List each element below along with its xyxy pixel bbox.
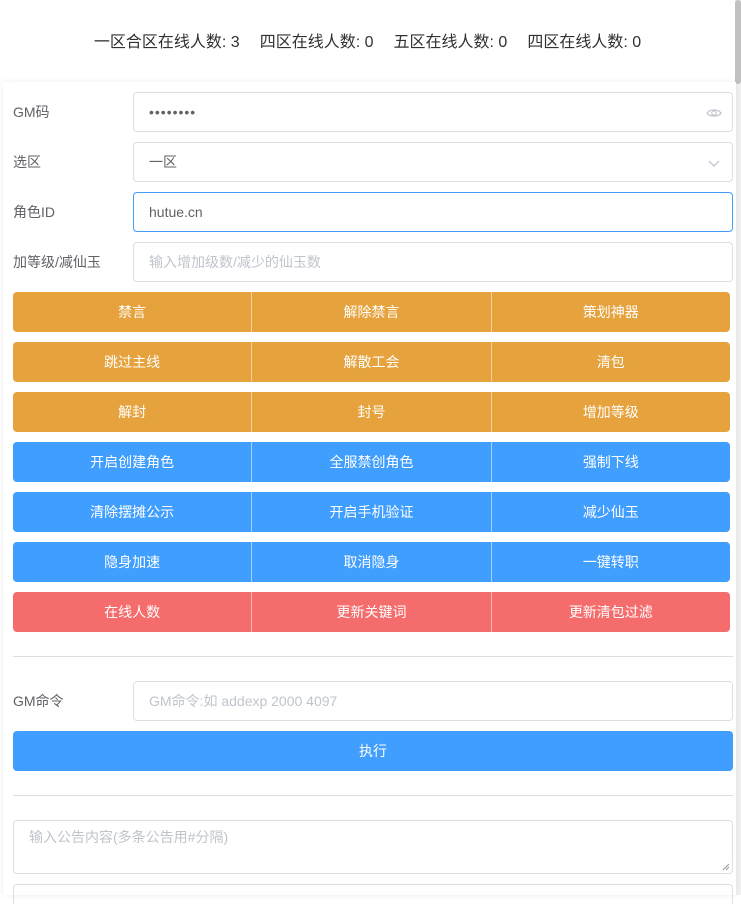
online-stats-bar: 一区合区在线人数: 3 四区在线人数: 0 五区在线人数: 0 四区在线人数: … <box>0 0 735 80</box>
gm-panel: GM码 •••••••• 选区 一区 角色ID hutue.cn 加等级/减仙玉… <box>3 82 736 904</box>
zone5-online-stat: 五区在线人数: 0 <box>393 34 508 51</box>
zone-row: 选区 一区 <box>13 142 733 182</box>
gm-code-value: •••••••• <box>149 104 197 120</box>
announcement-textarea[interactable]: 输入公告内容(多条公告用#分隔) <box>13 820 733 874</box>
one-click-job-change-button[interactable]: 一键转职 <box>492 542 730 582</box>
disband-guild-button[interactable]: 解散工会 <box>252 342 492 382</box>
button-row-3: 解封 封号 增加等级 <box>13 392 730 432</box>
button-row-2: 跳过主线 解散工会 清包 <box>13 342 730 382</box>
gm-code-label: GM码 <box>13 104 50 120</box>
enable-phone-verify-button[interactable]: 开启手机验证 <box>252 492 492 532</box>
button-row-4: 开启创建角色 全服禁创角色 强制下线 <box>13 442 730 482</box>
role-id-row: 角色ID hutue.cn <box>13 192 733 232</box>
button-row-7: 在线人数 更新关键词 更新清包过滤 <box>13 592 730 632</box>
planner-artifact-button[interactable]: 策划神器 <box>492 292 730 332</box>
role-id-input[interactable]: hutue.cn <box>133 192 733 232</box>
zone-select-value: 一区 <box>149 154 177 170</box>
enable-create-role-button[interactable]: 开启创建角色 <box>13 442 253 482</box>
role-id-value: hutue.cn <box>149 204 203 220</box>
update-bag-filter-button[interactable]: 更新清包过滤 <box>492 592 730 632</box>
disable-create-role-button[interactable]: 全服禁创角色 <box>252 442 492 482</box>
unban-button[interactable]: 解封 <box>13 392 253 432</box>
button-row-6: 隐身加速 取消隐身 一键转职 <box>13 542 730 582</box>
level-input[interactable]: 输入增加级数/减少的仙玉数 <box>133 242 733 282</box>
next-input-box[interactable] <box>13 884 733 904</box>
cancel-stealth-button[interactable]: 取消隐身 <box>252 542 492 582</box>
zone4-online-stat: 四区在线人数: 0 <box>259 34 374 51</box>
gm-command-label: GM命令 <box>13 693 64 709</box>
mute-button[interactable]: 禁言 <box>13 292 253 332</box>
gm-code-row: GM码 •••••••• <box>13 92 733 132</box>
ban-account-button[interactable]: 封号 <box>252 392 492 432</box>
zone4b-online-stat: 四区在线人数: 0 <box>527 34 642 51</box>
level-label: 加等级/减仙玉 <box>13 254 101 270</box>
add-level-button[interactable]: 增加等级 <box>492 392 730 432</box>
unmute-button[interactable]: 解除禁言 <box>252 292 492 332</box>
clear-stall-notice-button[interactable]: 清除摆摊公示 <box>13 492 253 532</box>
skip-main-quest-button[interactable]: 跳过主线 <box>13 342 253 382</box>
gm-command-placeholder: GM命令:如 addexp 2000 4097 <box>149 693 338 709</box>
gm-code-input[interactable]: •••••••• <box>133 92 733 132</box>
announcement-placeholder: 输入公告内容(多条公告用#分隔) <box>29 829 229 845</box>
button-row-1: 禁言 解除禁言 策划神器 <box>13 292 730 332</box>
clear-bag-button[interactable]: 清包 <box>492 342 730 382</box>
gm-command-row: GM命令 GM命令:如 addexp 2000 4097 <box>13 681 733 721</box>
stealth-speed-button[interactable]: 隐身加速 <box>13 542 253 582</box>
chevron-down-icon <box>708 160 720 167</box>
execute-button[interactable]: 执行 <box>13 731 733 771</box>
update-keywords-button[interactable]: 更新关键词 <box>252 592 492 632</box>
level-row: 加等级/减仙玉 输入增加级数/减少的仙玉数 <box>13 242 733 282</box>
force-offline-button[interactable]: 强制下线 <box>492 442 730 482</box>
resize-handle-icon[interactable] <box>722 863 730 871</box>
divider <box>13 656 733 657</box>
divider <box>13 795 733 796</box>
level-placeholder: 输入增加级数/减少的仙玉数 <box>149 254 321 270</box>
zone-select[interactable]: 一区 <box>133 142 733 182</box>
zone-label: 选区 <box>13 154 41 170</box>
online-count-button[interactable]: 在线人数 <box>13 592 253 632</box>
zone1-online-stat: 一区合区在线人数: 3 <box>93 34 240 51</box>
eye-icon[interactable] <box>706 105 722 121</box>
reduce-jade-button[interactable]: 减少仙玉 <box>492 492 730 532</box>
scrollbar-thumb[interactable] <box>735 0 741 84</box>
button-row-5: 清除摆摊公示 开启手机验证 减少仙玉 <box>13 492 730 532</box>
gm-command-input[interactable]: GM命令:如 addexp 2000 4097 <box>133 681 733 721</box>
role-id-label: 角色ID <box>13 204 55 220</box>
